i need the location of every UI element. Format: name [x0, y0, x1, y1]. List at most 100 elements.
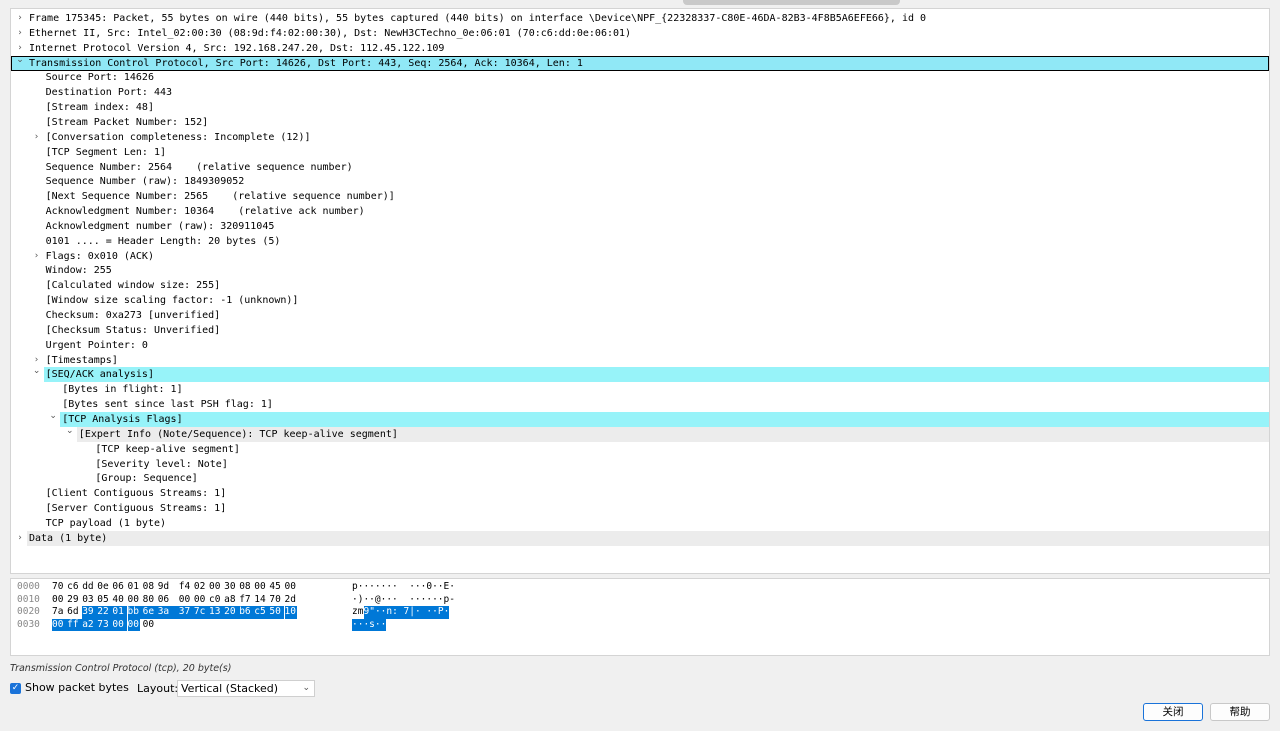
packet-details-tree[interactable]: › Frame 175345: Packet, 55 bytes on wire …: [10, 8, 1270, 574]
hex-byte[interactable]: 6e: [142, 606, 158, 619]
hex-byte[interactable]: 01: [112, 606, 128, 619]
hex-byte[interactable]: c0: [209, 594, 221, 607]
tree-row[interactable]: [Calculated window size: 255]: [11, 278, 1269, 293]
hex-row[interactable]: 0020 7a 6d 39 22 01 bb 6e 3a 37 7c 13 20 b6 c5 50 10 zm 9"…: [11, 606, 1269, 619]
hex-byte[interactable]: 00: [209, 581, 221, 594]
hex-byte[interactable]: 06: [112, 581, 124, 594]
hex-byte[interactable]: 20: [224, 606, 240, 619]
hex-byte[interactable]: 30: [224, 581, 236, 594]
hex-byte[interactable]: a2: [82, 618, 98, 631]
hex-byte[interactable]: 13: [209, 606, 225, 619]
layout-select[interactable]: Vertical (Stacked) ⌄: [177, 680, 315, 697]
tree-row[interactable]: ⌄ Transmission Control Protocol, Src Port…: [11, 53, 1269, 71]
hex-byte[interactable]: 22: [97, 606, 113, 619]
packet-bytes-pane[interactable]: 0000 70 c6 dd 0e 06 01 08 9d f4 02 00 30 08 00 45 00 p···…: [10, 578, 1270, 656]
tree-row[interactable]: TCP payload (1 byte): [11, 516, 1269, 531]
hex-ascii-selected[interactable]: 9"··n: 7|· ··P·: [363, 606, 450, 619]
close-button[interactable]: 关闭: [1143, 703, 1203, 721]
tree-row[interactable]: [TCP keep-alive segment]: [11, 442, 1269, 457]
hex-byte[interactable]: 9d: [158, 581, 170, 594]
tree-row[interactable]: [Window size scaling factor: -1 (unknown…: [11, 293, 1269, 308]
hex-byte[interactable]: b6: [239, 606, 255, 619]
hex-byte[interactable]: 08: [143, 581, 155, 594]
tree-row[interactable]: Checksum: 0xa273 [unverified]: [11, 308, 1269, 323]
tree-row[interactable]: ⌄ [Expert Info (Note/Sequence): TCP keep-…: [66, 426, 1269, 442]
hex-byte[interactable]: 03: [82, 594, 94, 607]
expand-down-icon[interactable]: ⌄: [31, 364, 43, 379]
hex-byte[interactable]: 10: [284, 606, 297, 619]
tree-row[interactable]: Urgent Pointer: 0: [11, 338, 1269, 353]
hex-byte[interactable]: 7c: [193, 606, 209, 619]
hex-row[interactable]: 0010 00 29 03 05 40 00 80 06 00 00 c0 a8 f7 14 70 2d ·)··…: [11, 594, 1269, 607]
hex-byte[interactable]: 7a: [52, 606, 64, 619]
hex-byte[interactable]: 45: [269, 581, 281, 594]
hex-byte[interactable]: 00: [52, 618, 68, 631]
hex-byte[interactable]: 00: [112, 618, 128, 631]
hex-byte[interactable]: dd: [82, 581, 94, 594]
tree-row[interactable]: Window: 255: [11, 263, 1269, 278]
hex-row[interactable]: 0000 70 c6 dd 0e 06 01 08 9d f4 02 00 30 08 00 45 00 p···…: [11, 581, 1269, 594]
expand-down-icon[interactable]: ⌄: [47, 409, 59, 424]
hex-ascii-selected[interactable]: ···s··: [352, 618, 387, 631]
hex-byte[interactable]: 3a: [157, 606, 179, 619]
tree-row[interactable]: Source Port: 14626: [11, 70, 1269, 85]
hex-byte[interactable]: 70: [52, 581, 64, 594]
hex-byte[interactable]: 00: [194, 594, 206, 607]
tree-row[interactable]: Sequence Number: 2564 (relative sequence…: [11, 160, 1269, 175]
hex-byte[interactable]: 70: [269, 594, 281, 607]
hex-byte[interactable]: 06: [158, 594, 170, 607]
help-button[interactable]: 帮助: [1210, 703, 1270, 721]
hex-byte[interactable]: 02: [194, 581, 206, 594]
hex-byte[interactable]: a8: [224, 594, 236, 607]
tree-row[interactable]: Destination Port: 443: [11, 85, 1269, 100]
expand-down-icon[interactable]: ⌄: [14, 53, 26, 68]
hex-byte[interactable]: 37: [178, 606, 194, 619]
hex-ascii[interactable]: zm: [352, 606, 363, 619]
hex-byte[interactable]: 01: [128, 581, 140, 594]
hex-byte[interactable]: 08: [239, 581, 251, 594]
tree-row[interactable]: Sequence Number (raw): 1849309052: [11, 174, 1269, 189]
tree-row[interactable]: › Data (1 byte): [18, 530, 1269, 546]
tree-row[interactable]: [Group: Sequence]: [11, 471, 1269, 486]
tree-row[interactable]: [TCP Segment Len: 1]: [11, 145, 1269, 160]
tree-row[interactable]: [Bytes in flight: 1]: [11, 382, 1269, 397]
hex-ascii[interactable]: ·)··@··· ······p-: [352, 594, 455, 607]
tree-row[interactable]: › [Conversation completeness: Incomplete …: [11, 130, 1269, 145]
expand-right-icon[interactable]: ›: [14, 11, 26, 26]
tree-row[interactable]: [Stream Packet Number: 152]: [11, 115, 1269, 130]
window-drag-handle[interactable]: [683, 0, 900, 5]
hex-byte[interactable]: 00: [254, 581, 266, 594]
expand-right-icon[interactable]: ›: [31, 249, 43, 264]
hex-byte[interactable]: c5: [254, 606, 270, 619]
tree-row[interactable]: [Severity level: Note]: [11, 457, 1269, 472]
tree-row[interactable]: [Checksum Status: Unverified]: [11, 323, 1269, 338]
tree-row[interactable]: [Client Contiguous Streams: 1]: [11, 486, 1269, 501]
hex-byte[interactable]: f4: [179, 581, 191, 594]
hex-ascii[interactable]: p······· ···0··E·: [352, 581, 455, 594]
expand-right-icon[interactable]: ›: [14, 26, 26, 41]
hex-byte[interactable]: 40: [112, 594, 124, 607]
tree-row[interactable]: [Server Contiguous Streams: 1]: [11, 501, 1269, 516]
hex-byte[interactable]: 39: [82, 606, 98, 619]
expand-down-icon[interactable]: ⌄: [64, 424, 76, 439]
hex-byte[interactable]: 00: [143, 619, 155, 632]
hex-byte[interactable]: 00: [52, 594, 64, 607]
hex-byte[interactable]: 05: [97, 594, 109, 607]
tree-row[interactable]: › Flags: 0x010 (ACK): [11, 249, 1269, 264]
hex-byte[interactable]: f7: [239, 594, 251, 607]
tree-row[interactable]: [Bytes sent since last PSH flag: 1]: [11, 397, 1269, 412]
tree-row[interactable]: › Frame 175345: Packet, 55 bytes on wire …: [11, 11, 1269, 26]
hex-byte[interactable]: 00: [179, 594, 191, 607]
show-packet-bytes-checkbox[interactable]: ✓: [10, 683, 21, 694]
tree-row[interactable]: ⌄ [TCP Analysis Flags]: [49, 411, 1269, 427]
tree-row[interactable]: [Next Sequence Number: 2565 (relative se…: [11, 189, 1269, 204]
tree-row[interactable]: › Ethernet II, Src: Intel_02:00:30 (08:9d…: [11, 26, 1269, 41]
tree-row[interactable]: [Stream index: 48]: [11, 100, 1269, 115]
expand-right-icon[interactable]: ›: [14, 531, 26, 546]
hex-byte[interactable]: 00: [128, 594, 140, 607]
hex-byte[interactable]: bb: [127, 606, 143, 619]
hex-byte[interactable]: 29: [67, 594, 79, 607]
hex-byte[interactable]: 73: [97, 618, 113, 631]
expand-right-icon[interactable]: ›: [31, 130, 43, 145]
hex-row[interactable]: 0030 00 ff a2 73 00 00 00 ···s··: [11, 618, 1269, 632]
